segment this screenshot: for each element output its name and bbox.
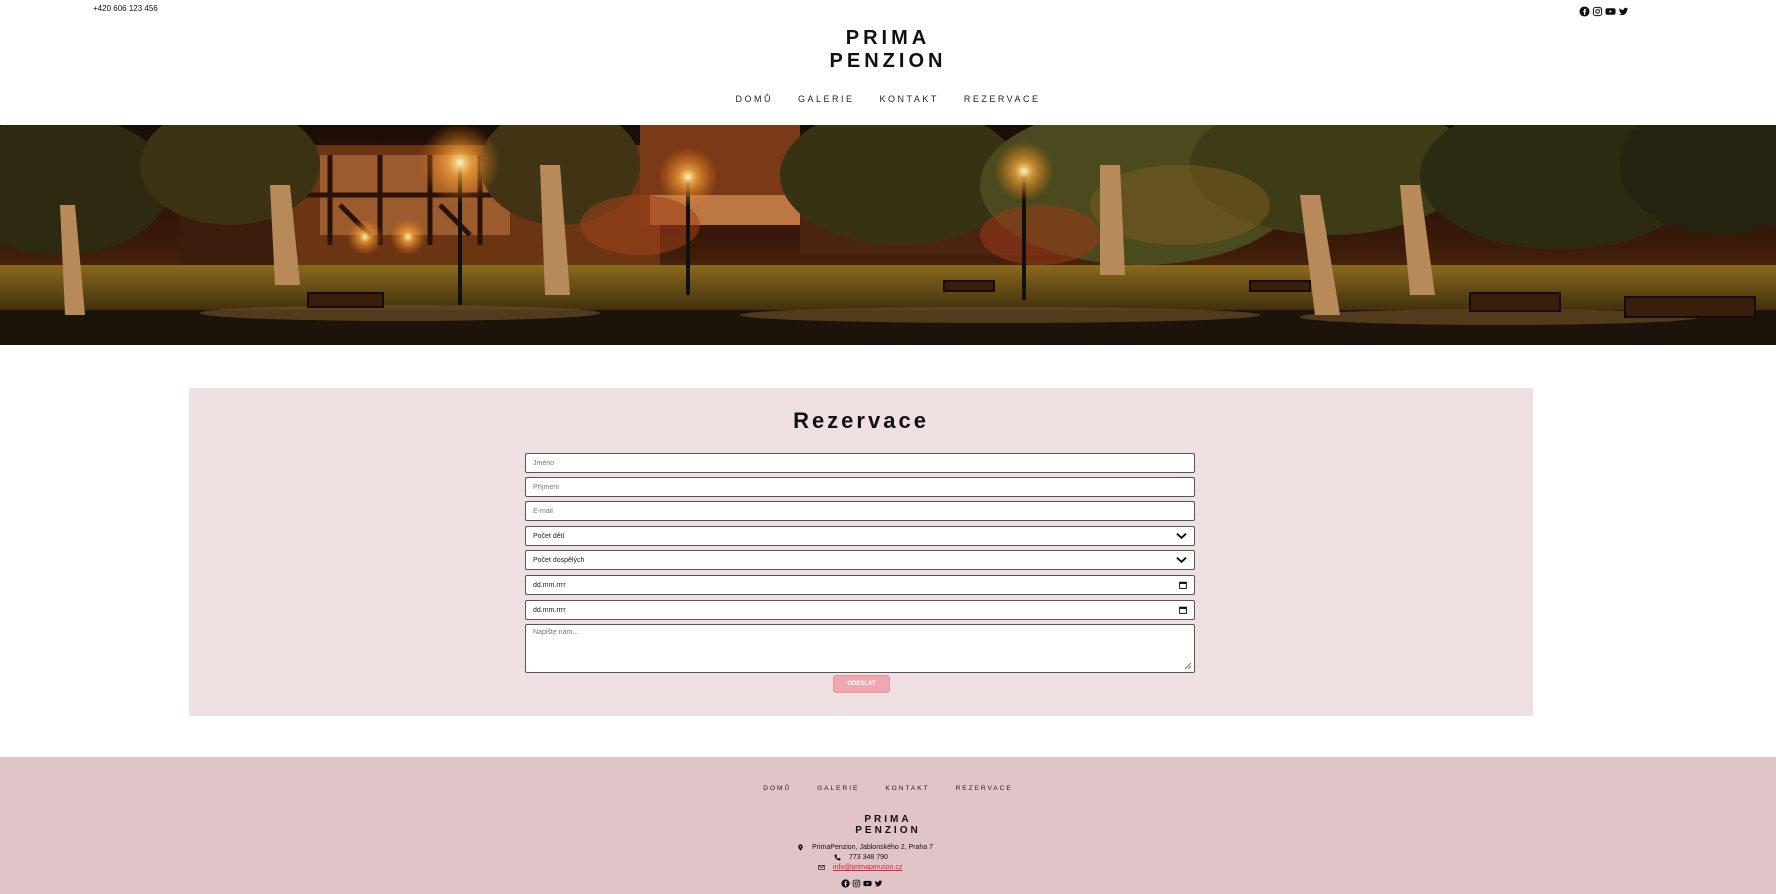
departure-date-input[interactable]: dd.mm.rrrr <box>525 600 1195 620</box>
footer-nav-item-galerie[interactable]: GALERIE <box>817 785 859 792</box>
departure-date-value: dd.mm.rrrr <box>533 606 566 614</box>
footer-nav: DOMŮ GALERIE KONTAKT REZERVACE <box>0 785 1776 792</box>
message-textarea[interactable] <box>525 624 1195 673</box>
header-social-links <box>1579 6 1629 17</box>
footer-logo-line-2: PENZION <box>855 825 921 836</box>
first-name-input[interactable] <box>525 453 1195 473</box>
envelope-icon <box>818 865 825 870</box>
footer-nav-item-kontakt[interactable]: KONTAKT <box>885 785 929 792</box>
last-name-input[interactable] <box>525 477 1195 497</box>
chevron-down-icon <box>1176 557 1187 564</box>
adults-count-select[interactable]: Počet dospělých <box>525 550 1195 570</box>
phone-icon <box>834 854 841 861</box>
twitter-icon[interactable] <box>1618 6 1629 17</box>
footer-address: PrimaPenzion, Jablonského 2, Praha 7 <box>797 844 933 851</box>
footer-logo[interactable]: PRIMA PENZION <box>0 814 1776 836</box>
chevron-down-icon <box>1176 533 1187 540</box>
footer-phone: 773 348 790 <box>834 854 888 861</box>
site-logo[interactable]: PRIMA PENZION <box>0 27 1776 73</box>
footer-logo-line-1: PRIMA <box>864 814 912 825</box>
facebook-icon[interactable] <box>1579 6 1590 17</box>
calendar-icon[interactable] <box>1179 581 1187 589</box>
reservation-panel: Rezervace Počet dětí Počet dospělých dd.… <box>189 388 1533 716</box>
header-phone: +420 606 123 456 <box>93 4 158 13</box>
instagram-icon[interactable] <box>1592 6 1603 17</box>
footer-address-text: PrimaPenzion, Jablonského 2, Praha 7 <box>812 844 934 851</box>
logo-line-2: PENZION <box>829 50 947 72</box>
hero-image <box>0 125 1776 345</box>
submit-button[interactable]: ODESLAT <box>833 675 890 693</box>
youtube-icon[interactable] <box>1605 6 1616 17</box>
calendar-icon[interactable] <box>1179 606 1187 614</box>
footer-nav-item-rezervace[interactable]: REZERVACE <box>956 785 1013 792</box>
resize-handle-icon[interactable] <box>1184 662 1192 670</box>
children-count-select[interactable]: Počet dětí <box>525 526 1195 546</box>
youtube-icon[interactable] <box>863 879 872 888</box>
twitter-icon[interactable] <box>874 879 883 888</box>
adults-count-value: Počet dospělých <box>533 556 585 564</box>
logo-line-1: PRIMA <box>845 27 931 49</box>
map-pin-icon <box>798 844 803 851</box>
instagram-icon[interactable] <box>852 879 861 888</box>
arrival-date-value: dd.mm.rrrr <box>533 581 566 589</box>
arrival-date-input[interactable]: dd.mm.rrrr <box>525 575 1195 595</box>
reservation-title: Rezervace <box>793 408 929 433</box>
children-count-value: Počet dětí <box>533 532 565 540</box>
nav-item-rezervace[interactable]: REZERVACE <box>964 94 1041 104</box>
footer-phone-text: 773 348 790 <box>849 854 888 861</box>
nav-item-domu[interactable]: DOMŮ <box>735 94 773 104</box>
nav-item-kontakt[interactable]: KONTAKT <box>879 94 938 104</box>
email-input[interactable] <box>525 501 1195 521</box>
nav-item-galerie[interactable]: GALERIE <box>798 94 855 104</box>
facebook-icon[interactable] <box>841 879 850 888</box>
footer: DOMŮ GALERIE KONTAKT REZERVACE PRIMA PEN… <box>0 757 1776 894</box>
footer-nav-item-domu[interactable]: DOMŮ <box>763 785 791 792</box>
main-nav: DOMŮ GALERIE KONTAKT REZERVACE <box>0 94 1776 104</box>
footer-email: info@primapenzion.cz <box>818 864 902 871</box>
footer-email-link[interactable]: info@primapenzion.cz <box>833 864 902 871</box>
footer-social-links <box>841 879 883 888</box>
